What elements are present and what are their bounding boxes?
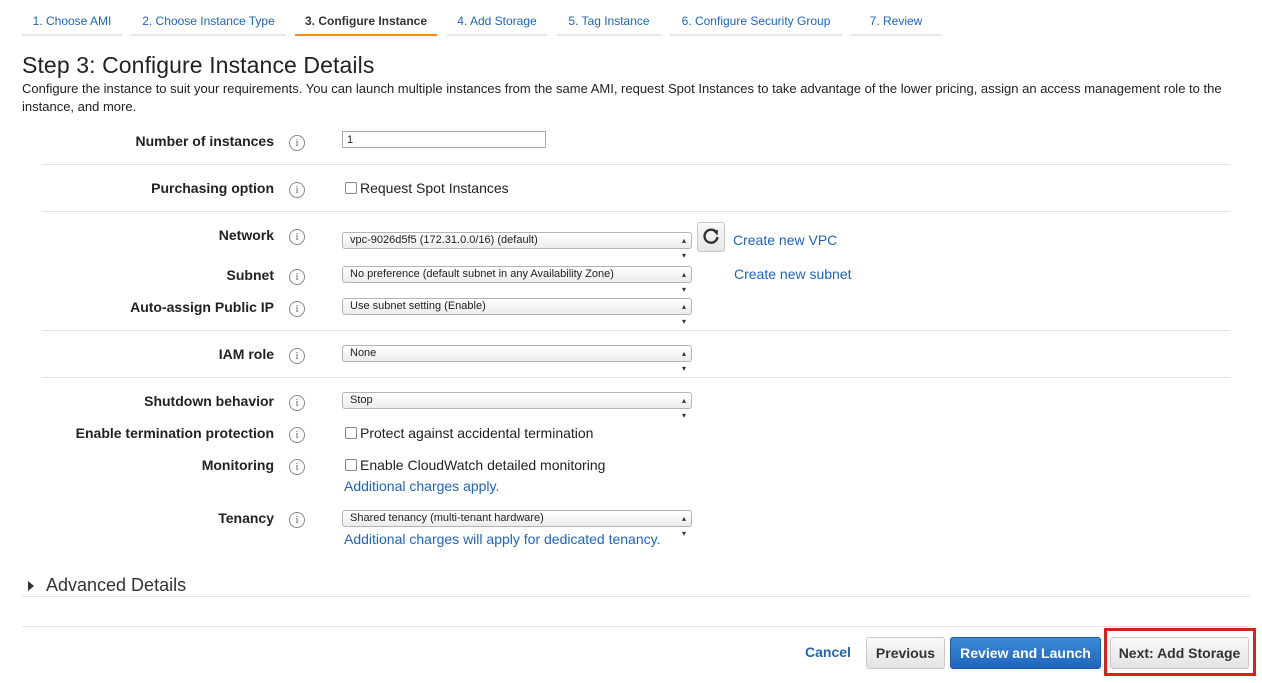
shutdown-behavior-label: Shutdown behavior	[144, 393, 274, 409]
tenancy-select-value: Shared tenancy (multi-tenant hardware)	[350, 512, 544, 524]
public-ip-label: Auto-assign Public IP	[130, 299, 274, 315]
step-configure-instance[interactable]: 3. Configure Instance	[295, 0, 437, 36]
select-arrows-icon: ▴ ▾	[681, 396, 686, 420]
create-new-vpc-link[interactable]: Create new VPC	[733, 232, 837, 248]
shutdown-select-value: Stop	[350, 394, 373, 406]
termination-protection-checkbox-label[interactable]: Protect against accidental termination	[360, 425, 593, 441]
monitoring-charges-link[interactable]: Additional charges apply.	[344, 478, 499, 494]
create-new-subnet-link[interactable]: Create new subnet	[734, 266, 852, 282]
number-of-instances-input[interactable]	[342, 131, 546, 148]
termination-protection-checkbox[interactable]	[345, 427, 357, 439]
termination-protection-label: Enable termination protection	[75, 425, 274, 441]
divider	[42, 211, 1230, 212]
divider	[42, 164, 1230, 165]
shutdown-behavior-select[interactable]: Stop ▴ ▾	[342, 392, 692, 420]
select-arrows-icon: ▴ ▾	[681, 349, 686, 373]
network-select-value: vpc-9026d5f5 (172.31.0.0/16) (default)	[350, 234, 538, 246]
info-icon[interactable]: i	[289, 348, 305, 364]
monitoring-label: Monitoring	[201, 457, 274, 473]
request-spot-label[interactable]: Request Spot Instances	[360, 180, 509, 196]
monitoring-checkbox[interactable]	[345, 459, 357, 471]
step-tag-instance[interactable]: 5. Tag Instance	[557, 0, 661, 36]
step-add-storage[interactable]: 4. Add Storage	[447, 0, 547, 36]
previous-button[interactable]: Previous	[866, 637, 945, 669]
number-of-instances-label: Number of instances	[135, 133, 274, 149]
info-icon[interactable]: i	[289, 301, 305, 317]
refresh-icon	[703, 228, 719, 244]
public-ip-select[interactable]: Use subnet setting (Enable) ▴ ▾	[342, 298, 692, 326]
iam-role-select[interactable]: None ▴ ▾	[342, 345, 692, 373]
page-intro: Configure the instance to suit your requ…	[22, 81, 1222, 114]
info-icon[interactable]: i	[289, 395, 305, 411]
review-and-launch-button[interactable]: Review and Launch	[950, 637, 1101, 669]
purchasing-option-label: Purchasing option	[151, 180, 274, 196]
iam-role-select-value: None	[350, 347, 377, 359]
info-icon[interactable]: i	[289, 427, 305, 443]
divider	[22, 596, 1250, 597]
step-configure-security-group[interactable]: 6. Configure Security Group	[670, 0, 842, 36]
network-label: Network	[218, 227, 274, 243]
info-icon[interactable]: i	[289, 269, 305, 285]
info-icon[interactable]: i	[289, 459, 305, 475]
divider	[42, 330, 1230, 331]
refresh-button[interactable]	[697, 222, 725, 252]
info-icon[interactable]: i	[289, 512, 305, 528]
select-arrows-icon: ▴ ▾	[681, 302, 686, 326]
step-choose-ami[interactable]: 1. Choose AMI	[22, 0, 122, 36]
caret-right-icon	[28, 581, 34, 591]
public-ip-select-value: Use subnet setting (Enable)	[350, 300, 486, 312]
tenancy-label: Tenancy	[218, 510, 274, 526]
monitoring-checkbox-label[interactable]: Enable CloudWatch detailed monitoring	[360, 457, 605, 473]
subnet-select-value: No preference (default subnet in any Ava…	[350, 268, 614, 280]
step-review[interactable]: 7. Review	[851, 0, 941, 36]
info-icon[interactable]: i	[289, 229, 305, 245]
network-select[interactable]: vpc-9026d5f5 (172.31.0.0/16) (default) ▴…	[342, 232, 692, 260]
request-spot-checkbox[interactable]	[345, 182, 357, 194]
cancel-button[interactable]: Cancel	[796, 637, 860, 669]
select-arrows-icon: ▴ ▾	[681, 236, 686, 260]
divider	[42, 377, 1230, 378]
tenancy-charges-link[interactable]: Additional charges will apply for dedica…	[344, 531, 660, 547]
page-title: Step 3: Configure Instance Details	[22, 52, 375, 78]
tenancy-select[interactable]: Shared tenancy (multi-tenant hardware) ▴…	[342, 510, 692, 538]
info-icon[interactable]: i	[289, 135, 305, 151]
select-arrows-icon: ▴ ▾	[681, 514, 686, 538]
info-icon[interactable]: i	[289, 182, 305, 198]
next-add-storage-button[interactable]: Next: Add Storage	[1110, 637, 1249, 669]
select-arrows-icon: ▴ ▾	[681, 270, 686, 294]
advanced-details-label: Advanced Details	[46, 575, 187, 595]
subnet-label: Subnet	[226, 267, 274, 283]
divider	[22, 626, 1250, 627]
step-choose-instance-type[interactable]: 2. Choose Instance Type	[131, 0, 286, 36]
subnet-select[interactable]: No preference (default subnet in any Ava…	[342, 266, 692, 294]
iam-role-label: IAM role	[218, 346, 274, 362]
